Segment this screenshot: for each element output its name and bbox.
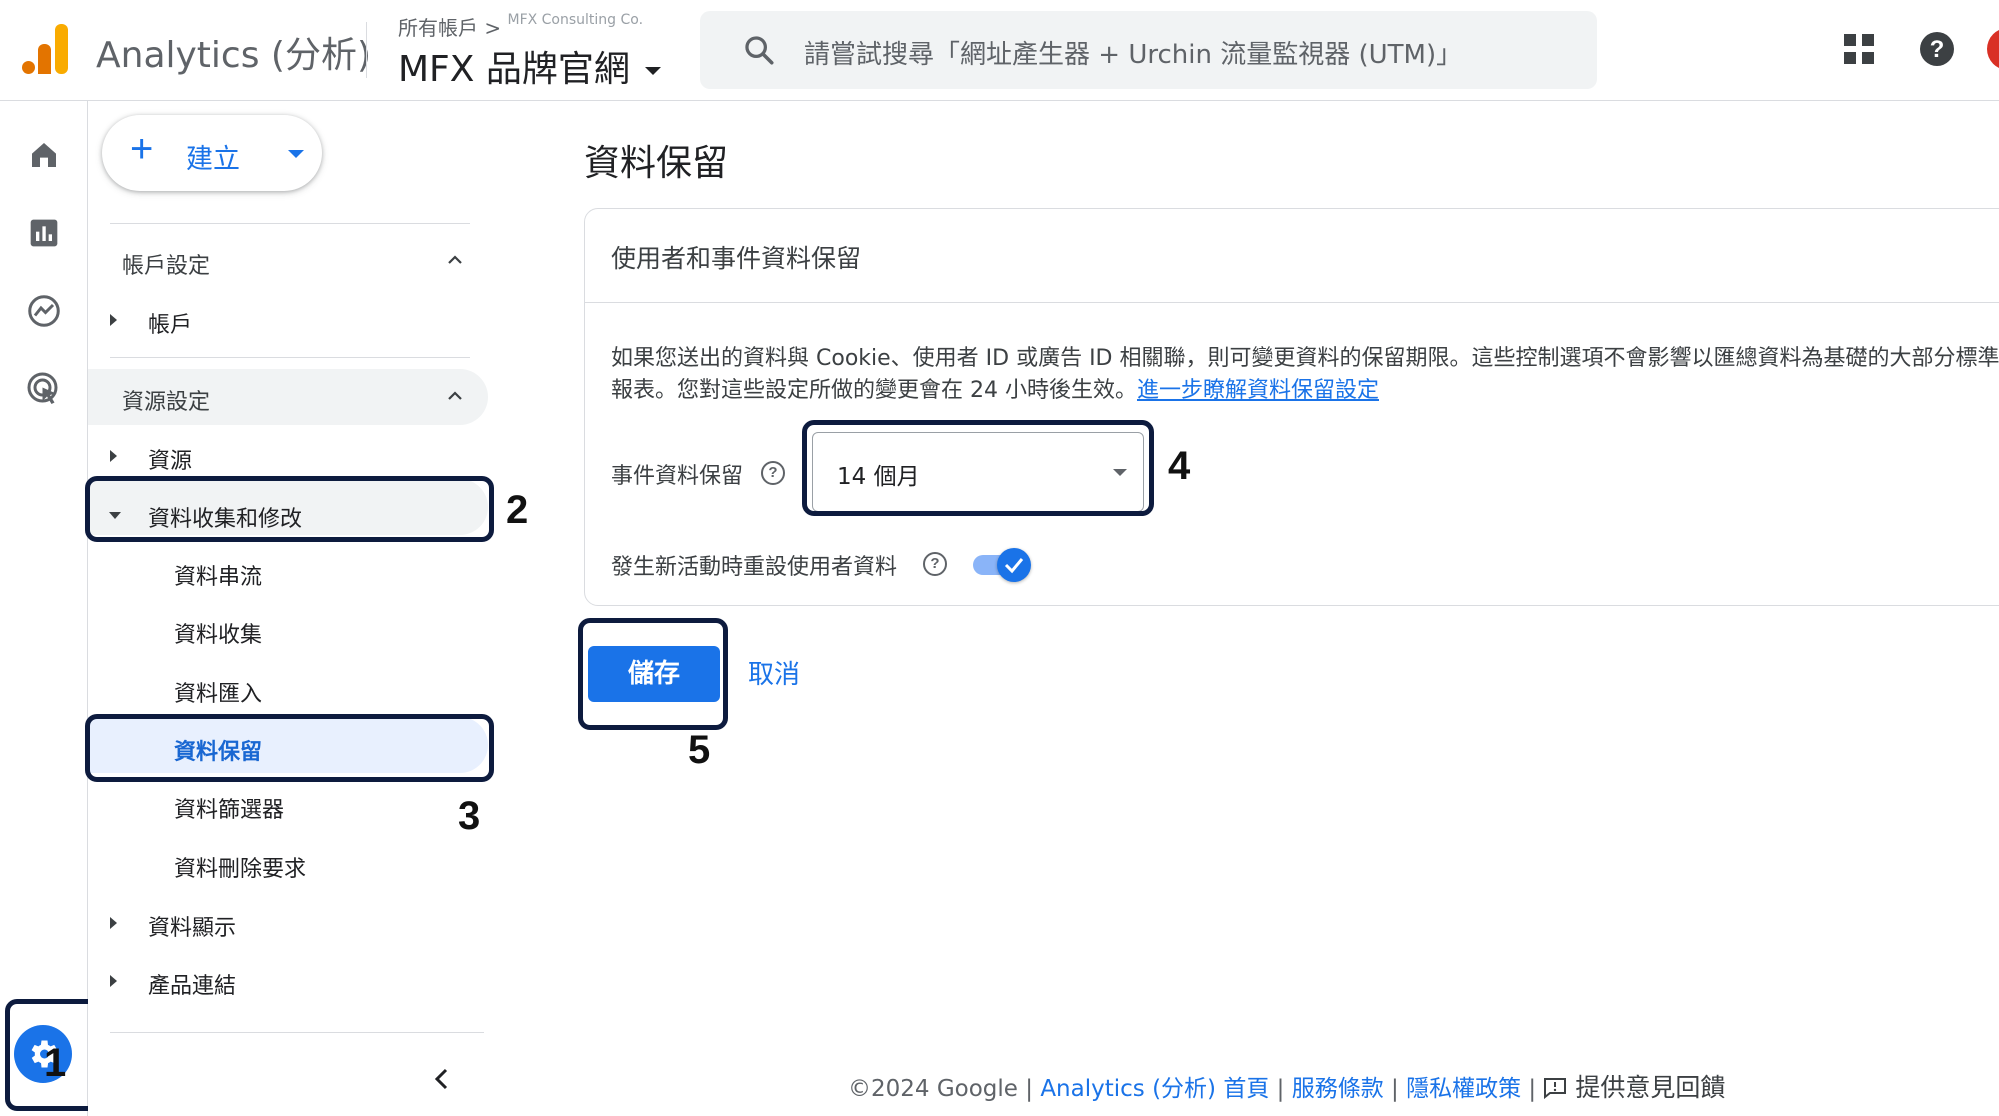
card-title: 使用者和事件資料保留	[611, 244, 862, 273]
footer-separator: |	[1391, 1076, 1399, 1102]
copyright: ©2024 Google |	[848, 1076, 1034, 1102]
help-icon[interactable]: ?	[923, 552, 947, 576]
description: 如果您送出的資料與 Cookie、使用者 ID 或廣告 ID 相關聯，則可變更資…	[611, 343, 1999, 407]
feedback-label: 提供意見回饋	[1575, 1073, 1726, 1102]
search-placeholder[interactable]: 請嘗試搜尋「網址產生器 + Urchin 流量監視器 (UTM)」	[804, 34, 1462, 71]
expand-arrow-icon[interactable]	[110, 314, 117, 326]
breadcrumb[interactable]: 所有帳戶 > MFX Consulting Co.	[398, 12, 643, 41]
retention-card: 使用者和事件資料保留 如果您送出的資料與 Cookie、使用者 ID 或廣告 I…	[584, 208, 1999, 606]
page: Analytics (分析) 所有帳戶 > MFX Consulting Co.…	[0, 0, 1999, 1116]
chevron-up-icon[interactable]	[446, 387, 464, 405]
divider	[366, 22, 367, 78]
explore-icon[interactable]	[26, 293, 62, 329]
sidebar-item-property[interactable]: 資源	[148, 443, 192, 475]
chevron-down-icon	[288, 150, 304, 158]
search-icon	[745, 36, 774, 65]
divider	[110, 223, 470, 224]
reset-user-data-label: 發生新活動時重設使用者資料	[611, 555, 898, 580]
divider	[110, 357, 470, 358]
expand-arrow-icon[interactable]	[110, 450, 117, 462]
search-bar[interactable]: 請嘗試搜尋「網址產生器 + Urchin 流量監視器 (UTM)」	[700, 11, 1597, 89]
event-retention-label: 事件資料保留	[611, 464, 744, 489]
sidebar-item-data-display[interactable]: 資料顯示	[148, 910, 236, 942]
help-icon[interactable]: ?	[761, 461, 785, 485]
breadcrumb-root[interactable]: 所有帳戶 >	[398, 16, 501, 40]
svg-text:?: ?	[1930, 36, 1945, 63]
app-title: Analytics (分析)	[96, 35, 372, 76]
terms-link[interactable]: 服務條款	[1292, 1076, 1384, 1102]
section-account-settings[interactable]: 帳戶設定	[122, 248, 210, 280]
divider	[585, 302, 1999, 303]
sidebar-item-product-links[interactable]: 產品連結	[148, 968, 236, 1000]
breadcrumb-account[interactable]: MFX Consulting Co.	[507, 12, 643, 28]
highlight-box-data-collection	[85, 476, 494, 542]
divider	[110, 1032, 484, 1033]
annotation-number: 4	[1168, 444, 1191, 488]
expand-arrow-icon[interactable]	[110, 975, 117, 987]
footer-separator: |	[1528, 1076, 1537, 1102]
avatar[interactable]	[1987, 28, 1999, 70]
apps-grid-icon[interactable]	[1843, 33, 1875, 65]
admin-sidebar: + 建立 帳戶設定 帳戶 資源設定 資源 資料收集和修改 2 資料串流 資料收集…	[85, 101, 528, 1116]
expand-arrow-icon[interactable]	[110, 917, 117, 929]
privacy-link[interactable]: 隱私權政策	[1406, 1076, 1521, 1102]
footer: ©2024 Google | Analytics (分析) 首頁 | 服務條款 …	[848, 1068, 1725, 1104]
create-button[interactable]: + 建立	[102, 115, 322, 191]
sidebar-subitem-data-streams[interactable]: 資料串流	[174, 559, 262, 591]
annotation-number: 2	[506, 488, 529, 532]
sidebar-subitem-data-deletion[interactable]: 資料刪除要求	[174, 851, 306, 883]
annotation-number: 5	[688, 728, 711, 772]
advertising-icon[interactable]	[26, 371, 62, 407]
reports-icon[interactable]	[28, 217, 60, 249]
page-title: 資料保留	[584, 143, 729, 184]
plus-icon: +	[130, 127, 154, 171]
collapse-sidebar-icon[interactable]	[432, 1066, 452, 1092]
top-bar: Analytics (分析) 所有帳戶 > MFX Consulting Co.…	[0, 0, 1999, 101]
left-nav-rail: 1	[0, 101, 103, 1116]
footer-separator: |	[1276, 1076, 1285, 1102]
highlight-box-save	[578, 618, 728, 730]
chevron-down-icon	[645, 67, 662, 75]
sidebar-item-account[interactable]: 帳戶	[148, 307, 192, 339]
sidebar-subitem-data-import[interactable]: 資料匯入	[174, 676, 262, 708]
annotation-number: 1	[44, 1041, 67, 1085]
property-name: MFX 品牌官網	[398, 49, 630, 90]
analytics-logo[interactable]	[22, 24, 68, 74]
analytics-home-link[interactable]: Analytics (分析) 首頁	[1040, 1076, 1269, 1102]
annotation-number: 3	[458, 794, 481, 838]
feedback-button[interactable]: 提供意見回饋	[1543, 1073, 1725, 1102]
property-selector[interactable]: MFX 品牌官網	[398, 40, 662, 92]
sidebar-subitem-data-filters[interactable]: 資料篩選器	[174, 792, 284, 824]
sidebar-subitem-data-collection[interactable]: 資料收集	[174, 617, 262, 649]
feedback-icon	[1544, 1078, 1567, 1100]
toggle-thumb	[997, 548, 1031, 582]
home-icon[interactable]	[28, 139, 60, 171]
chevron-up-icon[interactable]	[446, 251, 464, 269]
help-icon[interactable]: ?	[1919, 31, 1955, 67]
highlight-box-data-retention	[85, 714, 494, 782]
learn-more-link[interactable]: 進一步瞭解資料保留設定	[1137, 378, 1379, 403]
create-label: 建立	[186, 144, 240, 175]
highlight-box-select	[802, 420, 1154, 516]
check-icon	[1004, 558, 1024, 574]
cancel-button[interactable]: 取消	[748, 654, 800, 691]
section-property-settings[interactable]: 資源設定	[122, 384, 210, 416]
reset-toggle[interactable]	[973, 548, 1031, 582]
